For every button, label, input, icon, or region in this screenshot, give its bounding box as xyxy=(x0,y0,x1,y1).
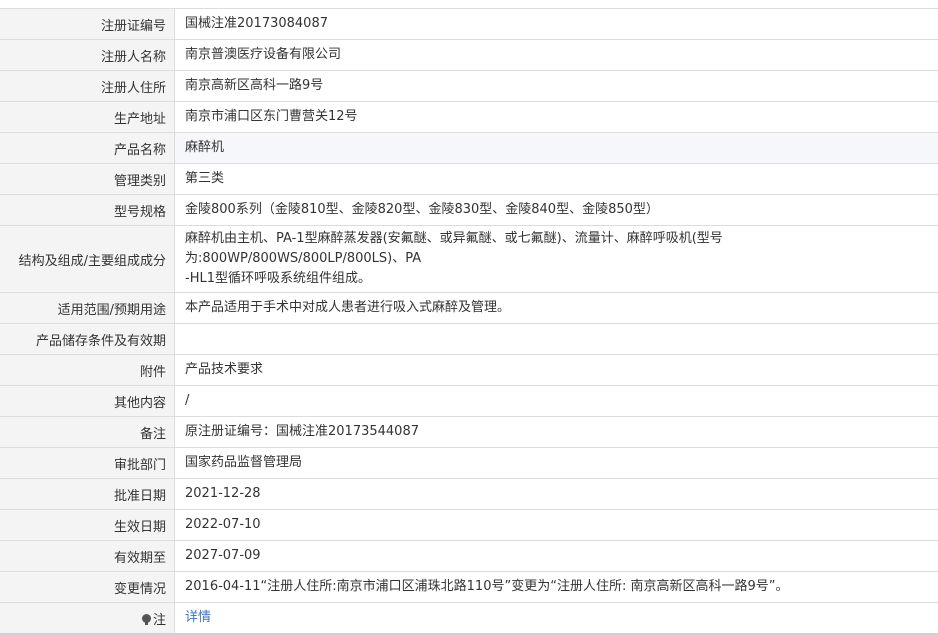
label-change-history: 变更情况 xyxy=(0,572,175,602)
label-product-name: 产品名称 xyxy=(0,133,175,163)
label-registration-number: 注册证编号 xyxy=(0,9,175,39)
row-registrant-address: 注册人住所 南京高新区高科一路9号 xyxy=(0,71,938,102)
row-management-category: 管理类别 第三类 xyxy=(0,164,938,195)
label-approval-department: 审批部门 xyxy=(0,448,175,478)
label-storage-conditions: 产品储存条件及有效期 xyxy=(0,324,175,354)
row-intended-use: 适用范围/预期用途 本产品适用于手术中对成人患者进行吸入式麻醉及管理。 xyxy=(0,293,938,324)
label-structure-composition: 结构及组成/主要组成成分 xyxy=(0,226,175,292)
label-note-text: 注 xyxy=(152,612,166,628)
value-registration-number: 国械注准20173084087 xyxy=(175,9,938,39)
value-storage-conditions xyxy=(175,324,938,354)
value-effective-date: 2022-07-10 xyxy=(175,510,938,540)
value-registrant-address: 南京高新区高科一路9号 xyxy=(175,71,938,101)
details-link[interactable]: 详情 xyxy=(185,608,211,628)
row-change-history: 变更情况 2016-04-11“注册人住所:南京市浦口区浦珠北路110号”变更为… xyxy=(0,572,938,603)
label-registrant-name: 注册人名称 xyxy=(0,40,175,70)
value-approval-date: 2021-12-28 xyxy=(175,479,938,509)
value-structure-composition-line2: -HL1型循环呼吸系统组件组成。 xyxy=(185,271,371,286)
value-remarks: 原注册证编号：国械注准20173544087 xyxy=(175,417,938,447)
row-expiry-date: 有效期至 2027-07-09 xyxy=(0,541,938,572)
row-registration-number: 注册证编号 国械注准20173084087 xyxy=(0,9,938,40)
row-product-name: 产品名称 麻醉机 xyxy=(0,133,938,164)
value-product-name: 麻醉机 xyxy=(175,133,938,163)
lightbulb-icon xyxy=(141,613,151,625)
label-attachment: 附件 xyxy=(0,355,175,385)
value-attachment: 产品技术要求 xyxy=(175,355,938,385)
label-intended-use: 适用范围/预期用途 xyxy=(0,293,175,323)
row-approval-department: 审批部门 国家药品监督管理局 xyxy=(0,448,938,479)
row-approval-date: 批准日期 2021-12-28 xyxy=(0,479,938,510)
row-attachment: 附件 产品技术要求 xyxy=(0,355,938,386)
label-management-category: 管理类别 xyxy=(0,164,175,194)
row-registrant-name: 注册人名称 南京普澳医疗设备有限公司 xyxy=(0,40,938,71)
value-note: 详情 xyxy=(175,603,938,633)
value-model-spec: 金陵800系列（金陵810型、金陵820型、金陵830型、金陵840型、金陵85… xyxy=(175,195,938,225)
value-approval-department: 国家药品监督管理局 xyxy=(175,448,938,478)
label-note: 注 xyxy=(0,603,175,633)
value-registrant-name: 南京普澳医疗设备有限公司 xyxy=(175,40,938,70)
value-production-address: 南京市浦口区东门曹营关12号 xyxy=(175,102,938,132)
row-structure-composition: 结构及组成/主要组成成分 麻醉机由主机、PA-1型麻醉蒸发器(安氟醚、或异氟醚、… xyxy=(0,226,938,293)
value-management-category: 第三类 xyxy=(175,164,938,194)
label-effective-date: 生效日期 xyxy=(0,510,175,540)
value-change-history: 2016-04-11“注册人住所:南京市浦口区浦珠北路110号”变更为“注册人住… xyxy=(175,572,938,602)
label-remarks: 备注 xyxy=(0,417,175,447)
row-other-content: 其他内容 / xyxy=(0,386,938,417)
row-production-address: 生产地址 南京市浦口区东门曹营关12号 xyxy=(0,102,938,133)
row-note: 注 详情 xyxy=(0,603,938,635)
value-intended-use: 本产品适用于手术中对成人患者进行吸入式麻醉及管理。 xyxy=(175,293,938,323)
label-expiry-date: 有效期至 xyxy=(0,541,175,571)
row-remarks: 备注 原注册证编号：国械注准20173544087 xyxy=(0,417,938,448)
registration-detail-table: 注册证编号 国械注准20173084087 注册人名称 南京普澳医疗设备有限公司… xyxy=(0,8,938,635)
row-storage-conditions: 产品储存条件及有效期 xyxy=(0,324,938,355)
row-model-spec: 型号规格 金陵800系列（金陵810型、金陵820型、金陵830型、金陵840型… xyxy=(0,195,938,226)
value-structure-composition: 麻醉机由主机、PA-1型麻醉蒸发器(安氟醚、或异氟醚、或七氟醚)、流量计、麻醉呼… xyxy=(175,226,938,292)
value-other-content: / xyxy=(175,386,938,416)
value-expiry-date: 2027-07-09 xyxy=(175,541,938,571)
label-other-content: 其他内容 xyxy=(0,386,175,416)
label-model-spec: 型号规格 xyxy=(0,195,175,225)
label-approval-date: 批准日期 xyxy=(0,479,175,509)
label-registrant-address: 注册人住所 xyxy=(0,71,175,101)
row-effective-date: 生效日期 2022-07-10 xyxy=(0,510,938,541)
value-structure-composition-line1: 麻醉机由主机、PA-1型麻醉蒸发器(安氟醚、或异氟醚、或七氟醚)、流量计、麻醉呼… xyxy=(185,231,723,266)
label-production-address: 生产地址 xyxy=(0,102,175,132)
